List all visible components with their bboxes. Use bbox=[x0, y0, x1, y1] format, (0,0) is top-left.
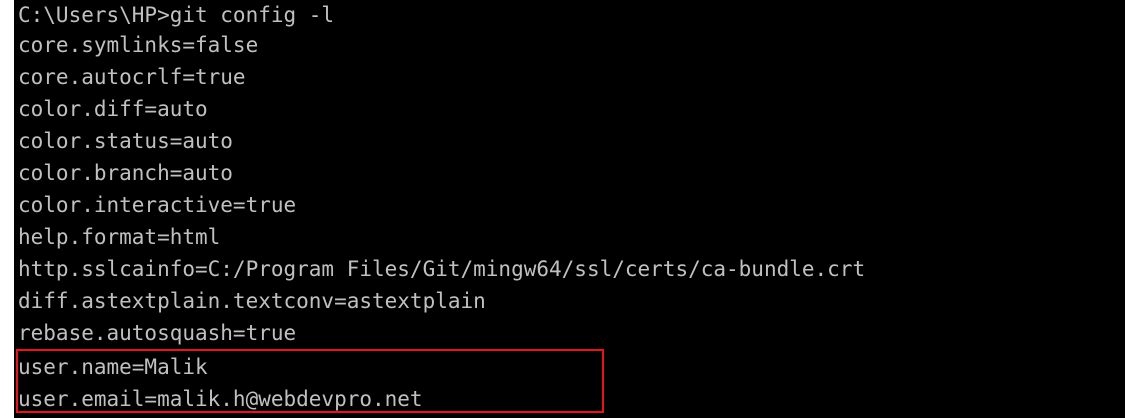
config-line-core-autocrlf: core.autocrlf=true bbox=[18, 65, 246, 89]
config-line-user-email: user.email=malik.h@webdevpro.net bbox=[18, 387, 423, 411]
terminal-window[interactable]: C:\Users\HP>git config -l core.symlinks=… bbox=[14, 0, 1125, 418]
config-line-core-symlinks: core.symlinks=false bbox=[18, 33, 259, 57]
config-line-color-diff: color.diff=auto bbox=[18, 97, 208, 121]
config-line-help-format: help.format=html bbox=[18, 225, 221, 249]
config-line-http-sslcainfo: http.sslcainfo=C:/Program Files/Git/ming… bbox=[18, 257, 866, 281]
config-line-color-branch: color.branch=auto bbox=[18, 161, 233, 185]
config-line-color-status: color.status=auto bbox=[18, 129, 233, 153]
command-prompt-line: C:\Users\HP>git config -l bbox=[18, 3, 335, 27]
config-line-color-interactive: color.interactive=true bbox=[18, 193, 297, 217]
config-line-rebase-autosquash: rebase.autosquash=true bbox=[18, 321, 297, 345]
config-line-diff-textconv: diff.astextplain.textconv=astextplain bbox=[18, 289, 486, 313]
config-line-user-name: user.name=Malik bbox=[18, 355, 208, 379]
